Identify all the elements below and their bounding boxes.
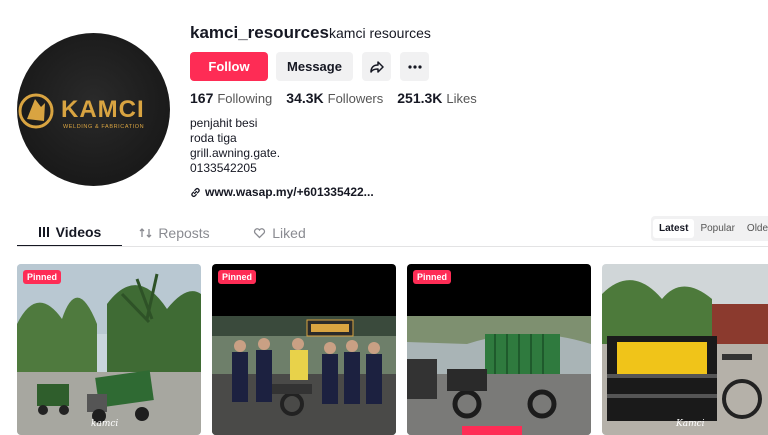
followers-stat[interactable]: 34.3K Followers — [286, 90, 383, 106]
video-thumbnail — [17, 264, 201, 435]
following-stat[interactable]: 167 Following — [190, 90, 272, 106]
grid-icon — [38, 226, 49, 237]
sort-oldest[interactable]: Oldest — [741, 219, 768, 238]
bio: penjahit besi roda tiga grill.awning.gat… — [190, 116, 280, 176]
video-card[interactable]: Pinned — [407, 264, 591, 435]
bio-line: 0133542205 — [190, 161, 257, 175]
profile-stats: 167 Following 34.3K Followers 251.3K Likes — [190, 90, 477, 106]
tab-liked[interactable]: Liked — [227, 218, 332, 247]
video-card[interactable]: Pinned — [212, 264, 396, 435]
repost-icon — [139, 227, 152, 238]
watermark: kamci — [91, 419, 119, 429]
pinned-badge: Pinned — [413, 270, 452, 284]
avatar[interactable]: KAMCI WELDING & FABRICATION — [17, 33, 170, 186]
tabs-divider — [17, 246, 768, 247]
tab-videos[interactable]: Videos — [17, 218, 122, 247]
pinned-badge: Pinned — [218, 270, 257, 284]
video-thumbnail — [212, 264, 396, 435]
pinned-badge: Pinned — [23, 270, 62, 284]
nickname: kamci resources — [329, 25, 431, 41]
username: kamci_resources — [190, 23, 329, 42]
video-card[interactable]: Kamci — [602, 264, 768, 435]
kamci-logo-icon: KAMCI WELDING & FABRICATION — [18, 93, 145, 130]
sort-latest[interactable]: Latest — [653, 219, 695, 238]
video-thumbnail — [407, 264, 591, 435]
svg-text:WELDING & FABRICATION: WELDING & FABRICATION — [63, 124, 144, 130]
watermark: Kamci — [676, 419, 705, 429]
more-button[interactable] — [400, 52, 429, 81]
heart-icon — [254, 227, 266, 238]
follow-button[interactable]: Follow — [190, 52, 268, 81]
message-button[interactable]: Message — [276, 52, 353, 81]
svg-text:KAMCI: KAMCI — [61, 96, 145, 123]
share-icon — [369, 60, 384, 73]
bio-line: penjahit besi — [190, 116, 258, 130]
tab-reposts[interactable]: Reposts — [122, 218, 227, 247]
sort-toggle: Latest Popular Oldest — [651, 216, 768, 241]
profile-tabs: Videos Reposts Liked — [17, 218, 332, 247]
likes-stat: 251.3K Likes — [397, 90, 477, 106]
sort-popular[interactable]: Popular — [694, 219, 740, 238]
video-card[interactable]: Pinned kamci — [17, 264, 201, 435]
bio-line: grill.awning.gate. — [190, 146, 281, 160]
more-icon — [407, 64, 422, 69]
bio-line: roda tiga — [190, 131, 237, 145]
share-button[interactable] — [362, 52, 391, 81]
video-thumbnail — [602, 264, 768, 435]
bio-link[interactable]: www.wasap.my/+601335422... — [190, 185, 374, 199]
link-icon — [191, 187, 200, 197]
